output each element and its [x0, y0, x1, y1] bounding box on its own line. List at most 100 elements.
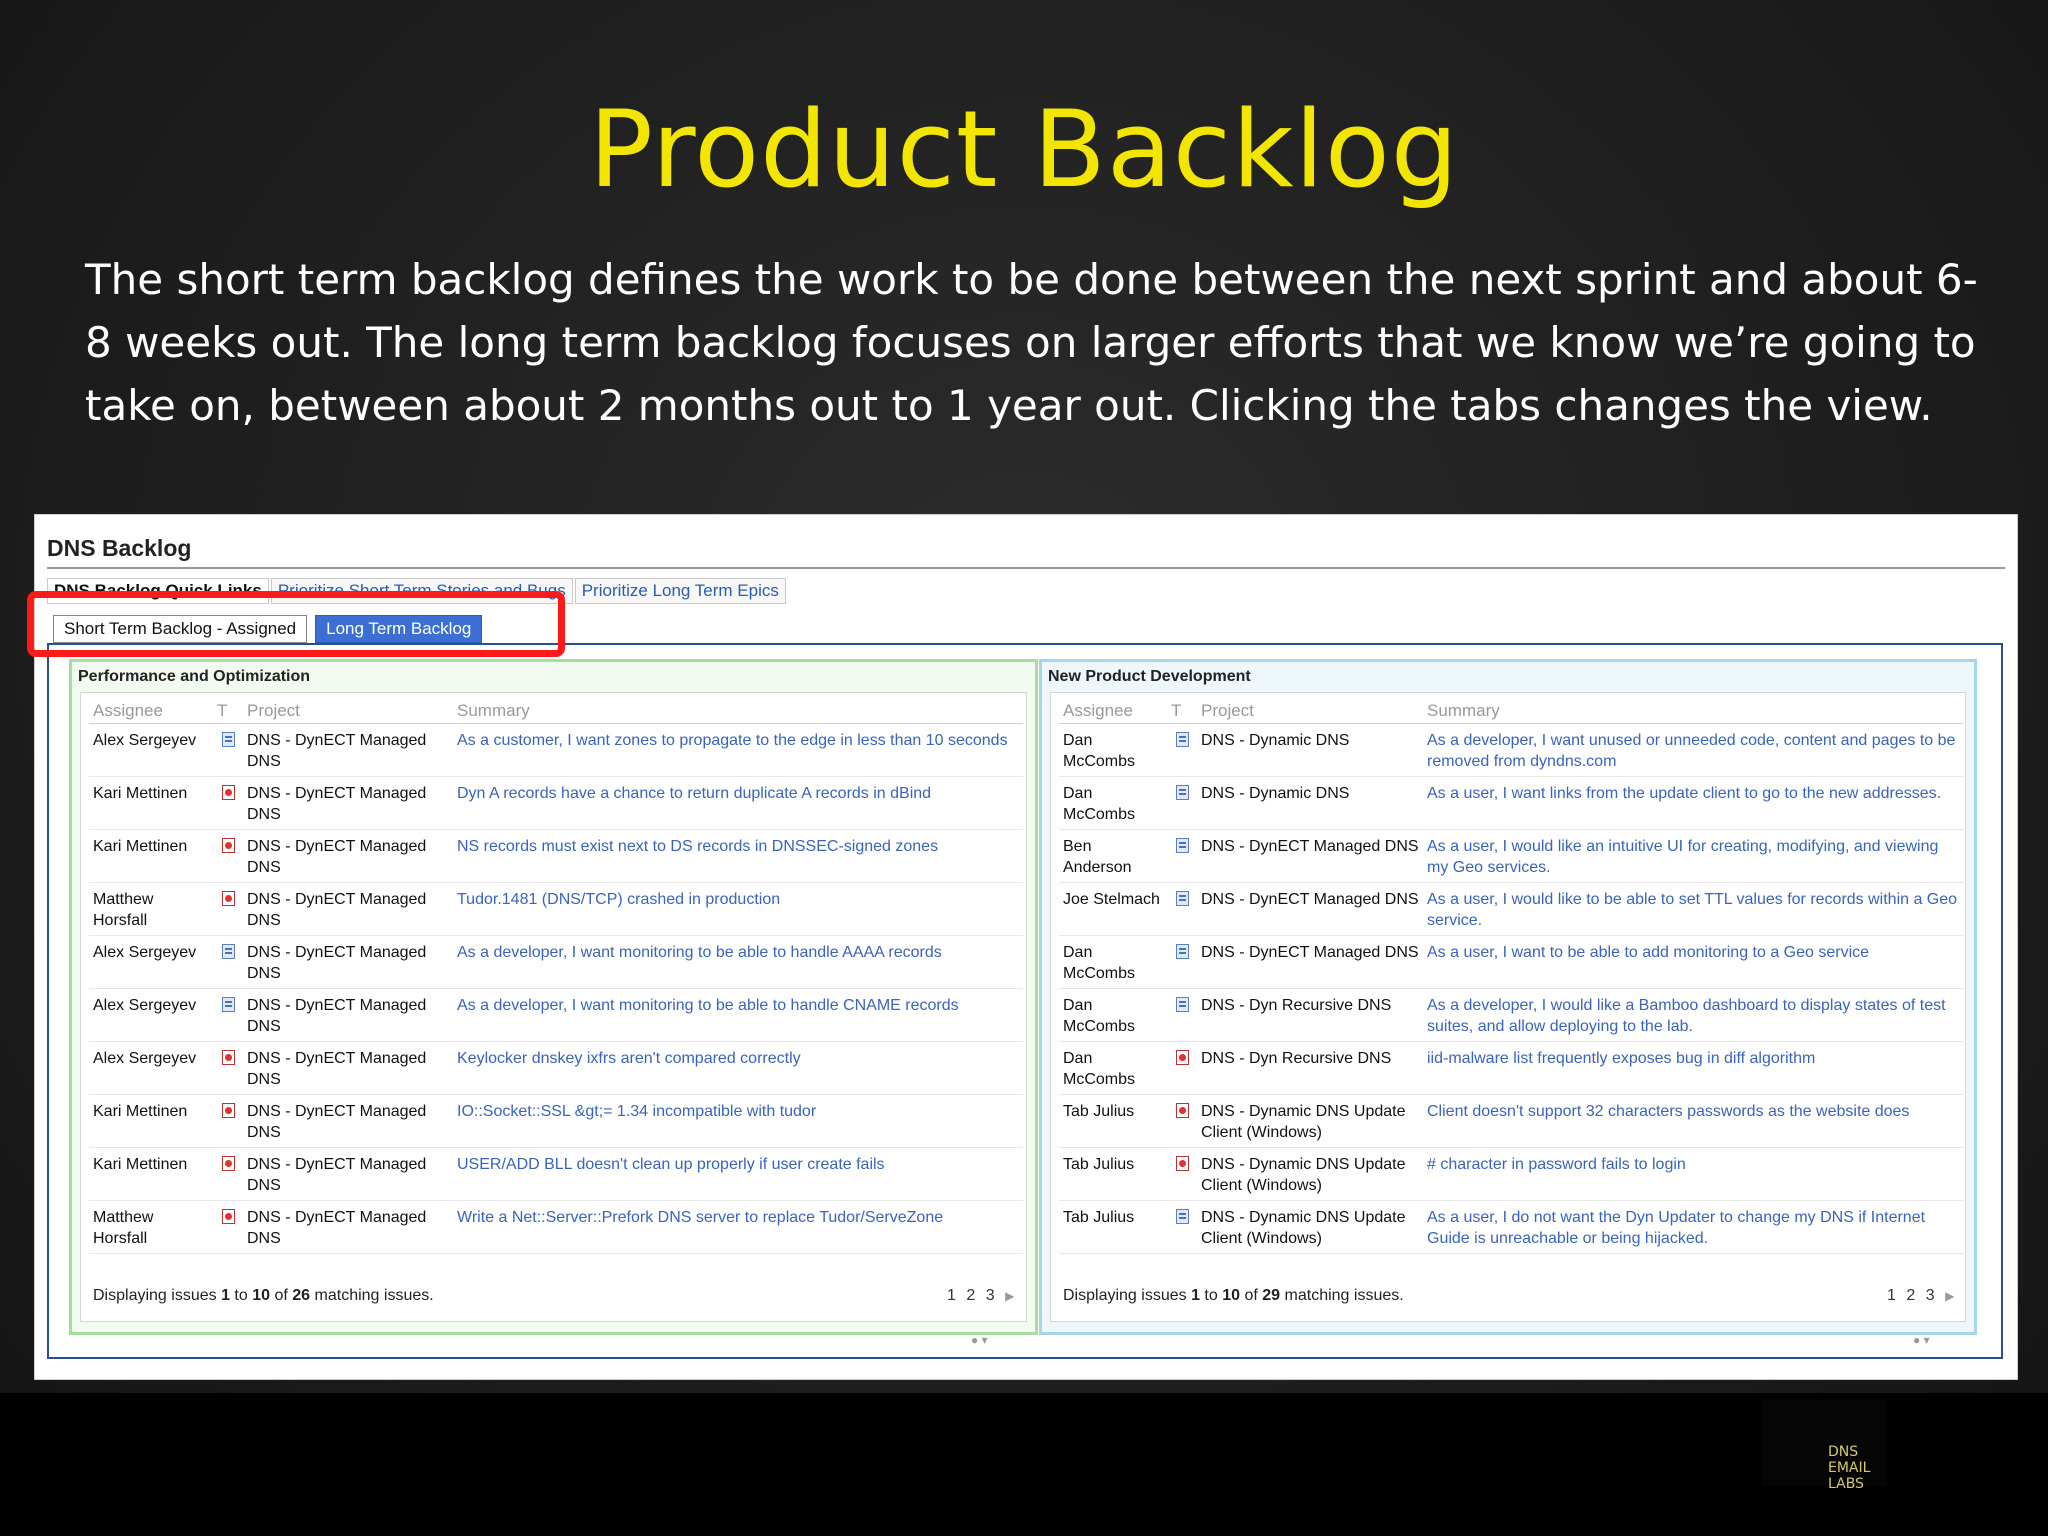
table-row[interactable]: Alex Sergeyev DNS - DynECT Managed DNS As … — [89, 935, 1023, 989]
table-row[interactable]: Tab Julius DNS - Dynamic DNS Update Clien… — [1059, 1094, 1963, 1148]
assignee-cell: Tab Julius — [1059, 1200, 1167, 1254]
story-icon — [1175, 1209, 1189, 1224]
summary-link[interactable]: As a user, I want links from the update … — [1423, 776, 1963, 830]
issue-table: Assignee T Project Summary Dan McCombs DN… — [1059, 697, 1963, 1254]
column-type[interactable]: T — [213, 697, 243, 724]
table-row[interactable]: Tab Julius DNS - Dynamic DNS Update Clien… — [1059, 1200, 1963, 1254]
summary-link[interactable]: NS records must exist next to DS records… — [453, 829, 1023, 883]
issue-type-cell — [1167, 776, 1197, 830]
table-row[interactable]: Kari Mettinen DNS - DynECT Managed DNS NS … — [89, 829, 1023, 883]
gadget-menu-icon[interactable]: ● ▾ — [971, 1333, 988, 1347]
summary-link[interactable]: IO::Socket::SSL &gt;= 1.34 incompatible … — [453, 1094, 1023, 1148]
summary-link[interactable]: Dyn A records have a chance to return du… — [453, 776, 1023, 830]
summary-link[interactable]: # character in password fails to login — [1423, 1147, 1963, 1201]
table-row[interactable]: Matthew Horsfall DNS - DynECT Managed DNS… — [89, 1200, 1023, 1254]
assignee-cell: Kari Mettinen — [89, 1094, 213, 1148]
summary-link[interactable]: As a customer, I want zones to propagate… — [453, 723, 1023, 777]
summary-link[interactable]: As a user, I do not want the Dyn Updater… — [1423, 1200, 1963, 1254]
table-row[interactable]: Dan McCombs DNS - Dyn Recursive DNS iid-ma… — [1059, 1041, 1963, 1095]
pagination: 1 2 3 ▶ — [941, 1287, 1014, 1305]
column-assignee[interactable]: Assignee — [89, 697, 213, 724]
project-cell: DNS - DynECT Managed DNS — [243, 882, 453, 936]
bug-icon — [1175, 1050, 1189, 1065]
summary-link[interactable]: As a user, I want to be able to add moni… — [1423, 935, 1963, 989]
issue-type-cell — [1167, 1094, 1197, 1148]
issue-type-cell — [1167, 882, 1197, 936]
table-row[interactable]: Tab Julius DNS - Dynamic DNS Update Clien… — [1059, 1147, 1963, 1201]
project-cell: DNS - DynECT Managed DNS — [243, 1200, 453, 1254]
table-row[interactable]: Dan McCombs DNS - DynECT Managed DNS As a … — [1059, 935, 1963, 989]
project-cell: DNS - Dynamic DNS Update Client (Windows… — [1197, 1200, 1423, 1254]
issue-type-cell — [213, 882, 243, 936]
summary-link[interactable]: As a developer, I would like a Bamboo da… — [1423, 988, 1963, 1042]
issue-type-cell — [213, 723, 243, 777]
summary-link[interactable]: Tudor.1481 (DNS/TCP) crashed in producti… — [453, 882, 1023, 936]
issue-type-cell — [213, 988, 243, 1042]
table-header: Assignee T Project Summary — [1059, 697, 1963, 724]
assignee-cell: Kari Mettinen — [89, 1147, 213, 1201]
assignee-cell: Kari Mettinen — [89, 829, 213, 883]
table-row[interactable]: Kari Mettinen DNS - DynECT Managed DNS USE… — [89, 1147, 1023, 1201]
table-row[interactable]: Alex Sergeyev DNS - DynECT Managed DNS As … — [89, 723, 1023, 777]
assignee-cell: Matthew Horsfall — [89, 882, 213, 936]
summary-link[interactable]: USER/ADD BLL doesn't clean up properly i… — [453, 1147, 1023, 1201]
table-row[interactable]: Dan McCombs DNS - Dynamic DNS As a develop… — [1059, 723, 1963, 777]
issue-type-cell — [213, 1200, 243, 1254]
panel-title: Performance and Optimization — [78, 668, 311, 685]
assignee-cell: Kari Mettinen — [89, 776, 213, 830]
table-row[interactable]: Alex Sergeyev DNS - DynECT Managed DNS Key… — [89, 1041, 1023, 1095]
summary-link[interactable]: Client doesn't support 32 characters pas… — [1423, 1094, 1963, 1148]
bug-icon — [221, 785, 235, 800]
slide-description: The short term backlog defines the work … — [85, 255, 1978, 430]
project-cell: DNS - Dynamic DNS — [1197, 776, 1423, 830]
table-row[interactable]: Matthew Horsfall DNS - DynECT Managed DNS… — [89, 882, 1023, 936]
project-cell: DNS - DynECT Managed DNS — [243, 1094, 453, 1148]
bug-icon — [221, 838, 235, 853]
summary-link[interactable]: Write a Net::Server::Prefork DNS server … — [453, 1200, 1023, 1254]
summary-link[interactable]: iid-malware list frequently exposes bug … — [1423, 1041, 1963, 1095]
table-row[interactable]: Kari Mettinen DNS - DynECT Managed DNS IO:… — [89, 1094, 1023, 1148]
assignee-cell: Alex Sergeyev — [89, 1041, 213, 1095]
issue-type-cell — [1167, 723, 1197, 777]
next-page-icon[interactable]: ▶ — [1945, 1289, 1954, 1303]
project-cell: DNS - DynECT Managed DNS — [243, 1041, 453, 1095]
next-page-icon[interactable]: ▶ — [1005, 1289, 1014, 1303]
column-project[interactable]: Project — [243, 697, 453, 724]
table-row[interactable]: Joe Stelmach DNS - DynECT Managed DNS As a… — [1059, 882, 1963, 936]
page-link[interactable]: 2 — [966, 1287, 975, 1304]
issue-table-container: Assignee T Project Summary Dan McCombs DN… — [1050, 692, 1966, 1347]
assignee-cell: Ben Anderson — [1059, 829, 1167, 883]
summary-link[interactable]: As a developer, I want unused or unneede… — [1423, 723, 1963, 777]
story-icon — [1175, 891, 1189, 906]
page-link[interactable]: 3 — [1926, 1287, 1935, 1304]
gadget-menu-icon[interactable]: ● ▾ — [1913, 1333, 1930, 1347]
project-cell: DNS - DynECT Managed DNS — [243, 1147, 453, 1201]
page-link[interactable]: 3 — [986, 1287, 995, 1304]
column-type[interactable]: T — [1167, 697, 1197, 724]
title-divider — [47, 567, 2005, 569]
bug-icon — [221, 1103, 235, 1118]
table-row[interactable]: Dan McCombs DNS - Dyn Recursive DNS As a d… — [1059, 988, 1963, 1042]
page-link[interactable]: 1 — [947, 1287, 956, 1304]
table-row[interactable]: Kari Mettinen DNS - DynECT Managed DNS Dyn… — [89, 776, 1023, 830]
summary-link[interactable]: As a user, I would like an intuitive UI … — [1423, 829, 1963, 883]
column-summary[interactable]: Summary — [453, 697, 1023, 724]
table-row[interactable]: Alex Sergeyev DNS - DynECT Managed DNS As … — [89, 988, 1023, 1042]
project-cell: DNS - Dynamic DNS Update Client (Windows… — [1197, 1147, 1423, 1201]
table-row[interactable]: Ben Anderson DNS - DynECT Managed DNS As a… — [1059, 829, 1963, 883]
table-row[interactable]: Dan McCombs DNS - Dynamic DNS As a user, I… — [1059, 776, 1963, 830]
issue-table: Assignee T Project Summary Alex Sergeyev… — [89, 697, 1023, 1254]
issue-type-cell — [1167, 1041, 1197, 1095]
column-project[interactable]: Project — [1197, 697, 1423, 724]
summary-link[interactable]: As a user, I would like to be able to se… — [1423, 882, 1963, 936]
column-summary[interactable]: Summary — [1423, 697, 1963, 724]
page-link[interactable]: 2 — [1906, 1287, 1915, 1304]
tab-prioritize-long-term[interactable]: Prioritize Long Term Epics — [574, 578, 786, 604]
column-assignee[interactable]: Assignee — [1059, 697, 1167, 724]
project-cell: DNS - Dyn Recursive DNS — [1197, 988, 1423, 1042]
page-link[interactable]: 1 — [1887, 1287, 1896, 1304]
bug-icon — [221, 1156, 235, 1171]
summary-link[interactable]: As a developer, I want monitoring to be … — [453, 988, 1023, 1042]
summary-link[interactable]: As a developer, I want monitoring to be … — [453, 935, 1023, 989]
summary-link[interactable]: Keylocker dnskey ixfrs aren't compared c… — [453, 1041, 1023, 1095]
